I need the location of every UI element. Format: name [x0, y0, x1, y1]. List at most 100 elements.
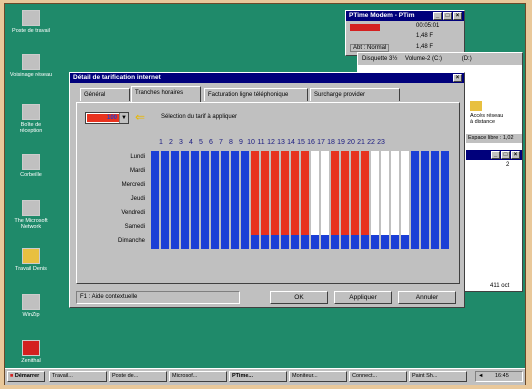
schedule-cell[interactable] [261, 235, 269, 249]
minimize-icon[interactable]: _ [491, 151, 500, 159]
schedule-cell[interactable] [171, 151, 179, 165]
schedule-cell[interactable] [161, 193, 169, 207]
schedule-cell[interactable] [431, 179, 439, 193]
schedule-cell[interactable] [301, 235, 309, 249]
schedule-cell[interactable] [171, 179, 179, 193]
schedule-cell[interactable] [181, 179, 189, 193]
schedule-cell[interactable] [281, 193, 289, 207]
schedule-cell[interactable] [331, 151, 339, 165]
schedule-cell[interactable] [391, 179, 399, 193]
tab-general[interactable]: Général [80, 88, 130, 101]
schedule-cell[interactable] [341, 179, 349, 193]
schedule-cell[interactable] [181, 221, 189, 235]
schedule-cell[interactable] [441, 235, 449, 249]
schedule-cell[interactable] [251, 179, 259, 193]
close-icon[interactable]: × [453, 74, 462, 82]
schedule-cell[interactable] [321, 165, 329, 179]
taskbar-task[interactable]: Poste de... [109, 371, 167, 382]
schedule-cell[interactable] [291, 179, 299, 193]
schedule-cell[interactable] [291, 165, 299, 179]
schedule-cell[interactable] [411, 151, 419, 165]
schedule-cell[interactable] [231, 193, 239, 207]
schedule-cell[interactable] [161, 207, 169, 221]
schedule-cell[interactable] [301, 221, 309, 235]
schedule-cell[interactable] [421, 235, 429, 249]
schedule-cell[interactable] [271, 151, 279, 165]
schedule-cell[interactable] [251, 207, 259, 221]
schedule-cell[interactable] [211, 207, 219, 221]
schedule-cell[interactable] [411, 193, 419, 207]
schedule-cell[interactable] [421, 207, 429, 221]
schedule-cell[interactable] [251, 151, 259, 165]
schedule-cell[interactable] [151, 179, 159, 193]
schedule-cell[interactable] [271, 193, 279, 207]
ptime-window[interactable]: PTime Modem - PTim _ □ × 00:05:01 1,48 F… [345, 10, 465, 56]
schedule-cell[interactable] [211, 221, 219, 235]
schedule-cell[interactable] [351, 165, 359, 179]
schedule-cell[interactable] [351, 235, 359, 249]
schedule-cell[interactable] [331, 165, 339, 179]
schedule-cell[interactable] [221, 221, 229, 235]
schedule-cell[interactable] [411, 207, 419, 221]
schedule-cell[interactable] [171, 193, 179, 207]
schedule-cell[interactable] [341, 151, 349, 165]
speaker-icon[interactable]: ◄ [478, 373, 483, 379]
schedule-cell[interactable] [411, 165, 419, 179]
drive-d-label[interactable]: (D:) [462, 56, 472, 62]
schedule-cell[interactable] [191, 165, 199, 179]
schedule-cell[interactable] [251, 221, 259, 235]
schedule-cell[interactable] [291, 193, 299, 207]
schedule-cell[interactable] [261, 193, 269, 207]
schedule-cell[interactable] [371, 221, 379, 235]
schedule-cell[interactable] [311, 165, 319, 179]
desktop-icon[interactable]: Zenithal [9, 340, 53, 364]
schedule-cell[interactable] [321, 179, 329, 193]
schedule-cell[interactable] [191, 179, 199, 193]
schedule-cell[interactable] [291, 221, 299, 235]
schedule-cell[interactable] [371, 207, 379, 221]
schedule-cell[interactable] [401, 193, 409, 207]
schedule-cell[interactable] [421, 151, 429, 165]
schedule-cell[interactable] [401, 179, 409, 193]
schedule-cell[interactable] [401, 151, 409, 165]
schedule-cell[interactable] [391, 207, 399, 221]
schedule-cell[interactable] [401, 207, 409, 221]
schedule-cell[interactable] [321, 221, 329, 235]
schedule-cell[interactable] [381, 179, 389, 193]
schedule-cell[interactable] [211, 179, 219, 193]
schedule-cell[interactable] [171, 207, 179, 221]
schedule-cell[interactable] [301, 193, 309, 207]
schedule-cell[interactable] [351, 151, 359, 165]
schedule-cell[interactable] [181, 165, 189, 179]
schedule-cell[interactable] [201, 165, 209, 179]
taskbar-task[interactable]: Connect... [349, 371, 407, 382]
schedule-cell[interactable] [391, 193, 399, 207]
schedule-cell[interactable] [151, 235, 159, 249]
schedule-cell[interactable] [401, 165, 409, 179]
schedule-cell[interactable] [241, 193, 249, 207]
schedule-cell[interactable] [351, 207, 359, 221]
schedule-cell[interactable] [221, 165, 229, 179]
schedule-cell[interactable] [391, 221, 399, 235]
desktop-icon[interactable]: Corbeille [9, 154, 53, 178]
schedule-cell[interactable] [431, 207, 439, 221]
schedule-cell[interactable] [221, 207, 229, 221]
schedule-cell[interactable] [431, 165, 439, 179]
schedule-cell[interactable] [311, 151, 319, 165]
tab-tranches-horaires[interactable]: Tranches horaires [131, 86, 201, 102]
chevron-down-icon[interactable]: ▼ [119, 113, 128, 123]
schedule-cell[interactable] [381, 235, 389, 249]
schedule-cell[interactable] [221, 179, 229, 193]
schedule-cell[interactable] [161, 151, 169, 165]
schedule-cell[interactable] [331, 221, 339, 235]
taskbar-task[interactable]: Moniteur... [289, 371, 347, 382]
schedule-cell[interactable] [431, 151, 439, 165]
schedule-cell[interactable] [201, 235, 209, 249]
desktop-icon[interactable]: WinZip [9, 294, 53, 318]
schedule-cell[interactable] [411, 235, 419, 249]
schedule-cell[interactable] [331, 235, 339, 249]
schedule-cell[interactable] [181, 151, 189, 165]
schedule-cell[interactable] [271, 207, 279, 221]
schedule-cell[interactable] [301, 207, 309, 221]
schedule-cell[interactable] [241, 179, 249, 193]
